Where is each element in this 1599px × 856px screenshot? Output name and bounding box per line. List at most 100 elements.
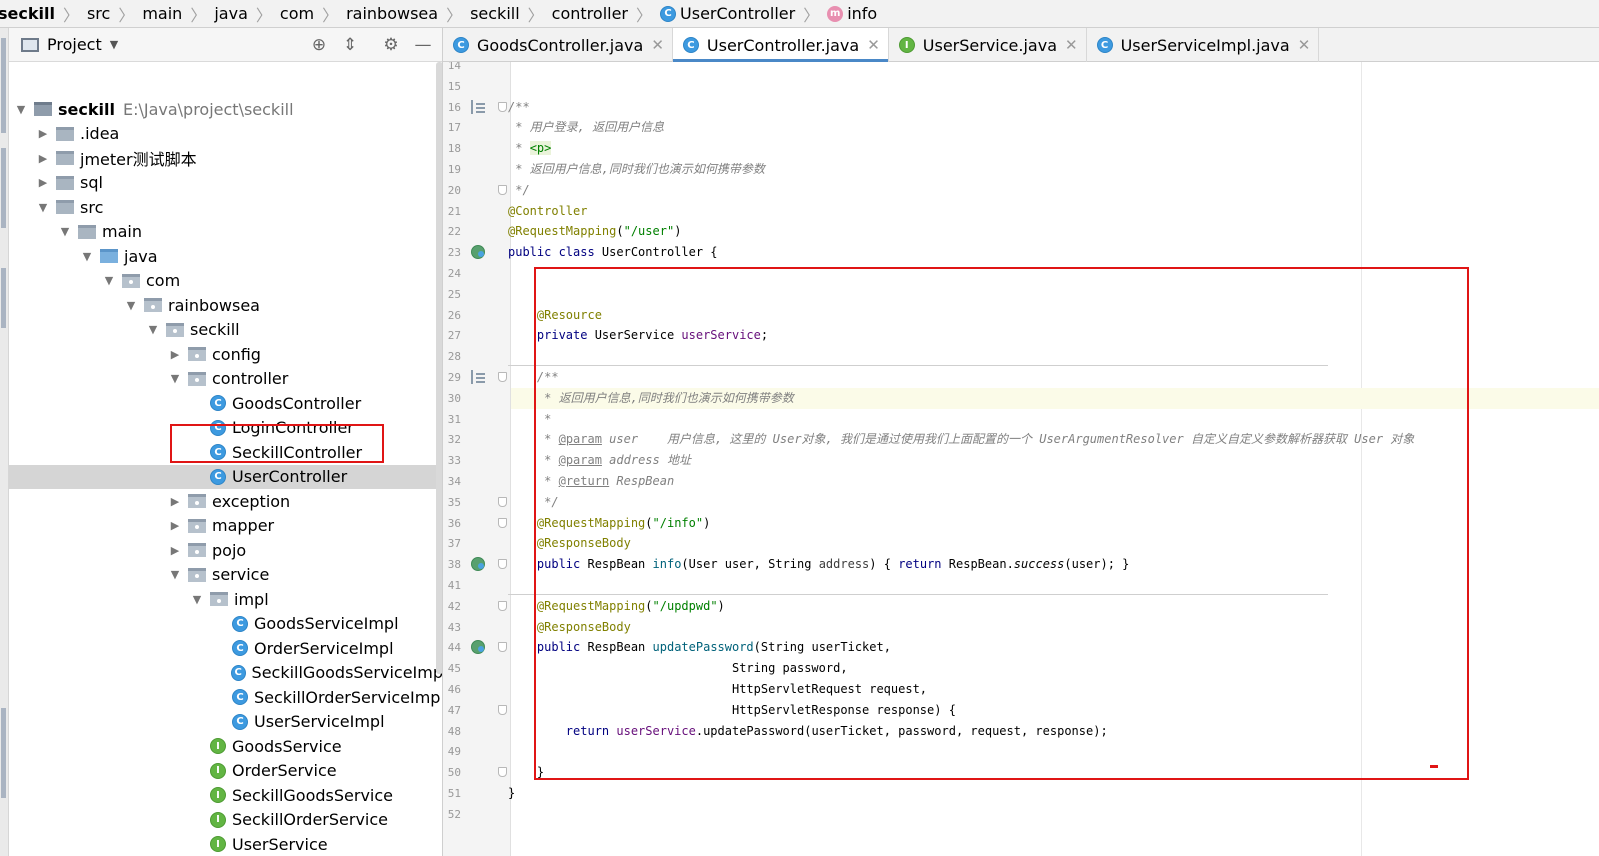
collapsed-arrow-icon[interactable]: ▶ <box>167 495 183 508</box>
fold-icon[interactable] <box>498 101 507 112</box>
tree-item[interactable]: I SeckillGoodsService <box>9 783 442 807</box>
project-scrollbar[interactable] <box>436 62 442 674</box>
collapsed-arrow-icon[interactable]: ▶ <box>35 176 51 189</box>
editor-tab[interactable]: I UserService.java ✕ <box>889 28 1087 62</box>
tree-item[interactable]: C SeckillOrderServiceImp <box>9 685 442 709</box>
code-token: */ <box>508 182 530 197</box>
expanded-arrow-icon[interactable]: ▼ <box>167 372 183 385</box>
tree-item[interactable]: ▼ java <box>9 244 442 268</box>
editor-tab[interactable]: C GoodsController.java ✕ <box>443 28 673 62</box>
breadcrumb-item[interactable]: controller <box>548 0 632 27</box>
editor-tab[interactable]: C UserController.java ✕ <box>672 28 889 62</box>
collapsed-arrow-icon[interactable]: ▶ <box>167 544 183 557</box>
tree-item[interactable]: ▼ seckill E:\Java\project\seckill <box>9 97 442 121</box>
expanded-arrow-icon[interactable]: ▼ <box>167 568 183 581</box>
fold-icon[interactable] <box>498 767 507 778</box>
expanded-arrow-icon[interactable]: ▼ <box>101 274 117 287</box>
tree-item[interactable]: ▶ sql <box>9 171 442 195</box>
collapse-icon[interactable]: ⇕ <box>340 35 360 55</box>
collapsed-arrow-icon[interactable]: ▶ <box>35 152 51 165</box>
fold-icon[interactable] <box>498 517 507 528</box>
tree-item[interactable]: ▼ main <box>9 220 442 244</box>
tree-item[interactable]: ▶ .idea <box>9 122 442 146</box>
tree-item[interactable]: C GoodsController <box>9 391 442 415</box>
fold-icon[interactable] <box>498 372 507 382</box>
tree-item[interactable]: I OrderService <box>9 759 442 783</box>
expanded-arrow-icon[interactable]: ▼ <box>145 323 161 336</box>
breadcrumb-item[interactable]: seckill <box>466 0 524 27</box>
chevron-down-icon[interactable]: ▼ <box>110 38 118 51</box>
breadcrumb-item[interactable]: m info <box>823 0 881 27</box>
project-tool-tab[interactable] <box>1 38 6 133</box>
breadcrumb-item[interactable]: com <box>276 0 318 27</box>
tree-item[interactable]: C SeckillController <box>9 440 442 464</box>
code-text: private UserService userService; <box>508 325 768 346</box>
tree-item[interactable]: I SeckillOrderService <box>9 808 442 832</box>
tree-item[interactable]: C GoodsServiceImpl <box>9 612 442 636</box>
implemented-icon[interactable] <box>471 557 485 572</box>
code-line: 37 @ResponseBody <box>443 533 1599 554</box>
close-icon[interactable]: ✕ <box>1298 36 1311 54</box>
implemented-icon[interactable] <box>471 245 485 260</box>
tree-item[interactable]: ▶ exception <box>9 489 442 513</box>
breadcrumb-item[interactable]: java <box>210 0 252 27</box>
collapsed-arrow-icon[interactable]: ▶ <box>167 519 183 532</box>
fold-icon[interactable] <box>498 559 507 570</box>
locate-icon[interactable]: ⊕ <box>309 35 329 55</box>
tree-item[interactable]: ▼ service <box>9 563 442 587</box>
tree-item[interactable]: C LoginController <box>9 416 442 440</box>
expanded-arrow-icon[interactable]: ▼ <box>123 299 139 312</box>
tree-item[interactable]: ▶ config <box>9 342 442 366</box>
commit-tool-tab[interactable] <box>1 268 6 328</box>
close-icon[interactable]: ✕ <box>651 36 664 54</box>
editor-tab[interactable]: C UserServiceImpl.java ✕ <box>1087 28 1320 62</box>
fold-icon[interactable] <box>498 600 507 611</box>
breadcrumb-item[interactable]: src <box>83 0 114 27</box>
tree-item[interactable]: C UserServiceImpl <box>9 710 442 734</box>
tree-item[interactable]: ▼ src <box>9 195 442 219</box>
collapsed-arrow-icon[interactable]: ▶ <box>167 348 183 361</box>
tree-item[interactable]: ▶ pojo <box>9 538 442 562</box>
expanded-arrow-icon[interactable]: ▼ <box>189 593 205 606</box>
class-icon: C <box>660 5 677 22</box>
code-line: 48 return userService.updatePassword(use… <box>443 721 1599 742</box>
fold-icon[interactable] <box>498 496 507 507</box>
expanded-arrow-icon[interactable]: ▼ <box>79 250 95 263</box>
fold-icon[interactable] <box>498 642 507 653</box>
close-icon[interactable]: ✕ <box>867 36 880 54</box>
tree-item[interactable]: ▼ rainbowsea <box>9 293 442 317</box>
tree-item[interactable]: I UserService <box>9 832 442 856</box>
structure-tool-tab[interactable] <box>1 148 6 228</box>
expanded-arrow-icon[interactable]: ▼ <box>35 201 51 214</box>
favorites-tool-tab[interactable] <box>1 708 6 798</box>
code-editor[interactable]: 14 15 16/** 17 * 用户登录, 返回用户信息 18 * <p> 19 * 返… <box>443 62 1599 856</box>
tree-item[interactable]: I GoodsService <box>9 734 442 758</box>
breadcrumb-item[interactable]: seckill <box>0 0 59 27</box>
tree-item[interactable]: C SeckillGoodsServiceImp <box>9 661 442 685</box>
breadcrumb-item[interactable]: C UserController <box>656 0 799 27</box>
tree-item[interactable]: C OrderServiceImpl <box>9 636 442 660</box>
implemented-icon[interactable] <box>471 640 485 655</box>
breadcrumb-item[interactable]: main <box>138 0 186 27</box>
close-icon[interactable]: ✕ <box>1065 36 1078 54</box>
tree-item[interactable]: ▼ seckill <box>9 318 442 342</box>
expanded-arrow-icon[interactable]: ▼ <box>57 225 73 238</box>
rendered-doc-icon[interactable] <box>471 370 485 384</box>
tree-item[interactable]: ▶ mapper <box>9 514 442 538</box>
expanded-arrow-icon[interactable]: ▼ <box>13 103 29 116</box>
tree-item[interactable]: ▼ controller <box>9 367 442 391</box>
project-view-title[interactable]: Project <box>47 35 102 54</box>
breadcrumb-item[interactable]: rainbowsea <box>342 0 442 27</box>
tree-item[interactable]: ▶ jmeter测试脚本 <box>9 146 442 170</box>
code-text: @RequestMapping("/user") <box>508 221 681 242</box>
minimize-icon[interactable]: — <box>413 35 433 55</box>
gear-icon[interactable]: ⚙ <box>381 35 401 55</box>
collapsed-arrow-icon[interactable]: ▶ <box>35 127 51 140</box>
tree-item[interactable]: ▼ impl <box>9 587 442 611</box>
tree-item[interactable]: ▼ com <box>9 269 442 293</box>
fold-icon[interactable] <box>498 184 507 195</box>
breadcrumb-label: UserController <box>680 4 796 23</box>
rendered-doc-icon[interactable] <box>471 99 485 114</box>
fold-icon[interactable] <box>498 704 507 715</box>
tree-item[interactable]: C UserController <box>9 464 442 489</box>
